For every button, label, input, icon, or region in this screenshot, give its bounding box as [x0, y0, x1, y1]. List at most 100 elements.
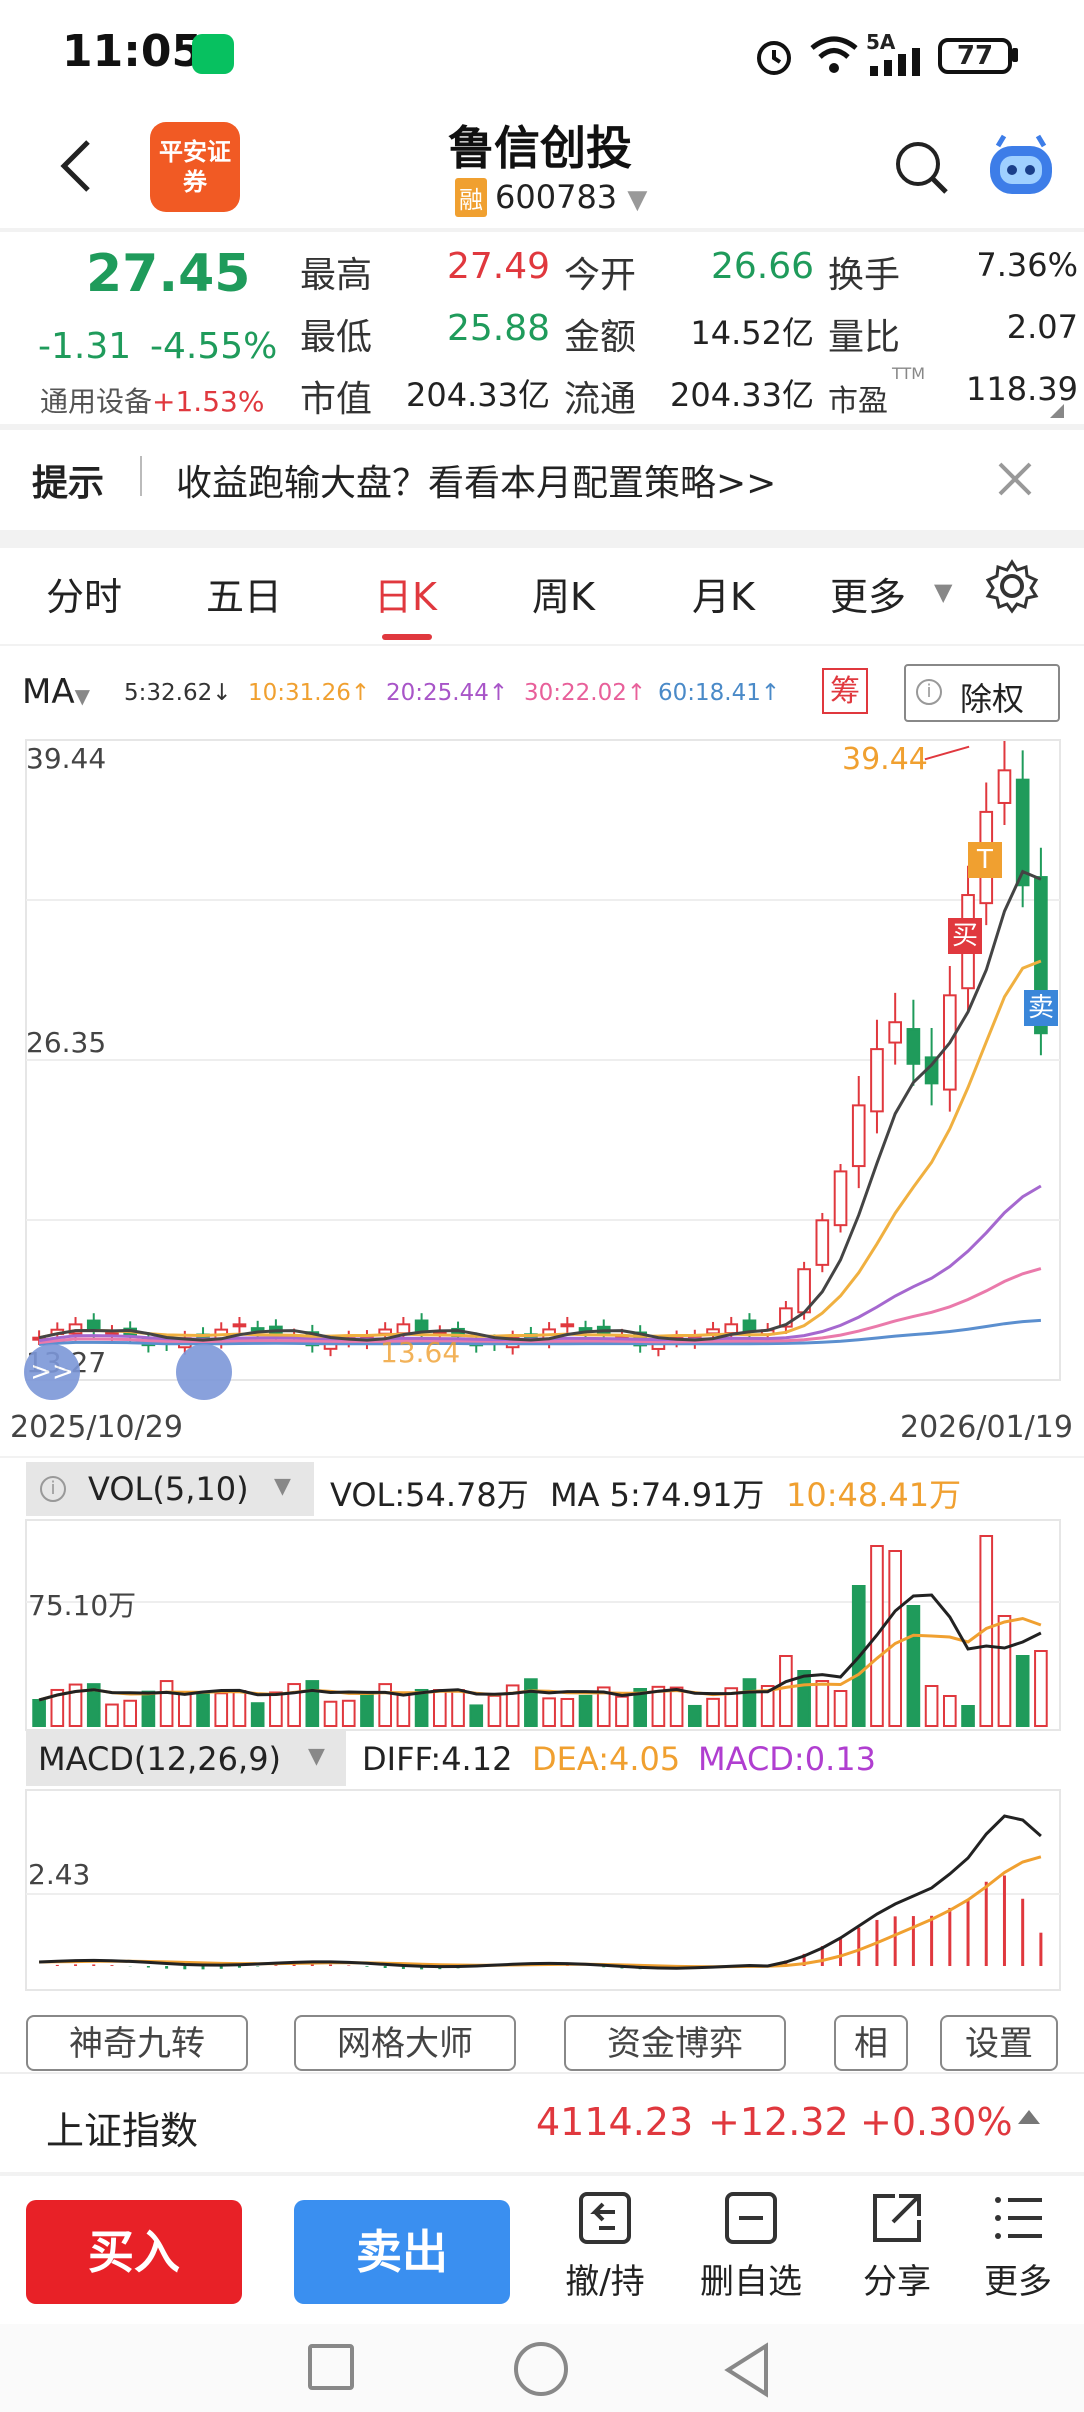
volume-bar: [287, 1683, 301, 1727]
fuquan-label: 除权: [960, 680, 1025, 718]
vol-title: VOL(5,10): [88, 1470, 249, 1508]
tab-item[interactable]: 日K: [374, 566, 437, 621]
quote-label: 市值: [300, 379, 373, 420]
candle: [232, 1323, 247, 1328]
share-icon: [873, 2194, 921, 2242]
volume-bar: [378, 1683, 393, 1727]
candle: [1015, 778, 1030, 887]
buy-button[interactable]: 买入: [26, 2200, 242, 2304]
macd-value: MACD:0.13: [698, 1740, 876, 1778]
volume-bar: [141, 1690, 156, 1728]
index-ticker[interactable]: 上证指数 4114.23 +12.32 +0.30%: [0, 2072, 1084, 2174]
delete-watchlist-button[interactable]: 删自选: [696, 2190, 806, 2303]
candle: [105, 1331, 119, 1336]
volume-bar: [924, 1685, 939, 1727]
share-label: 分享: [863, 2262, 931, 2302]
chevron-up-icon[interactable]: [1018, 2110, 1040, 2124]
search-icon[interactable]: [892, 138, 952, 198]
volume-bar: [432, 1689, 447, 1727]
volume-bar: [615, 1695, 629, 1727]
prev-page-icon[interactable]: >>: [24, 1344, 80, 1400]
close-icon[interactable]: [996, 460, 1034, 498]
tool-button[interactable]: 相: [834, 2015, 908, 2071]
tab-item[interactable]: 更多: [830, 566, 906, 621]
min-price-marker: 13.64: [380, 1336, 461, 1369]
back-nav-icon[interactable]: [722, 2342, 774, 2398]
menu-icon: [995, 2197, 1042, 2239]
candle: [560, 1323, 575, 1328]
volume-bar: [888, 1550, 903, 1727]
tab-item[interactable]: 月K: [692, 566, 755, 621]
volume-bar: [341, 1699, 356, 1728]
withdraw-label: 撤/持: [565, 2262, 645, 2302]
macd-dea: DEA:4.05: [532, 1740, 681, 1778]
quote-label: 最低: [300, 317, 373, 358]
chip-distribution-button[interactable]: 筹: [822, 668, 868, 714]
ma-selector[interactable]: MA▼: [22, 672, 90, 712]
kline-chart[interactable]: [0, 730, 1084, 1410]
quote-value: 118.39: [966, 370, 1078, 408]
volume-bar: [196, 1691, 210, 1727]
ma-value: 10:31.26↑: [248, 680, 371, 706]
volume-chart: [25, 1519, 1061, 1731]
quote-label: 换手: [828, 255, 901, 296]
vol-value: VOL:54.78万: [330, 1476, 529, 1514]
quote-label: 最高: [300, 255, 373, 296]
volume-bar: [997, 1615, 1012, 1727]
deline: [39, 1855, 1042, 1969]
ma-value: 5:32.62↓: [124, 680, 232, 706]
candle: [250, 1327, 265, 1332]
volume-bar: [942, 1695, 957, 1727]
fuquan-button[interactable]: i 除权: [904, 664, 1060, 722]
ai-assistant-icon[interactable]: [984, 132, 1058, 202]
recents-icon[interactable]: [308, 2344, 354, 2390]
volume-bar: [815, 1680, 830, 1727]
ma20-line: [38, 1184, 1042, 1343]
volume-bar: [906, 1605, 921, 1727]
volume-bar: [542, 1697, 556, 1728]
tool-button[interactable]: 资金博弈: [564, 2015, 786, 2071]
tool-button[interactable]: 神奇九转: [26, 2015, 248, 2071]
reset-view-icon[interactable]: [176, 1344, 232, 1400]
settings-gear-icon[interactable]: [984, 558, 1040, 614]
withdraw-hold-button[interactable]: 撤/持: [550, 2190, 660, 2303]
tab-item[interactable]: 五日: [206, 566, 282, 621]
volume-bar: [414, 1688, 429, 1728]
ma-value: 60:18.41↑: [658, 680, 781, 706]
share-button[interactable]: 分享: [842, 2190, 952, 2303]
volume-bar: [32, 1699, 46, 1727]
volume-bar: [305, 1680, 320, 1727]
volume-bar: [396, 1693, 411, 1727]
tool-button[interactable]: 设置: [940, 2015, 1058, 2071]
home-icon[interactable]: [514, 2342, 568, 2396]
tab-item[interactable]: 周K: [532, 566, 595, 621]
system-nav-bar: [0, 2324, 1084, 2412]
volume-bar: [269, 1691, 283, 1728]
tool-button[interactable]: 网格大师: [294, 2015, 516, 2071]
more-label: 更多: [984, 2262, 1052, 2302]
tab-item[interactable]: 分时: [46, 566, 122, 621]
volume-bar: [487, 1694, 502, 1728]
price-change: -1.31: [38, 326, 132, 367]
sector-info[interactable]: 通用设备+1.53%: [40, 380, 264, 420]
chevron-down-icon: ▼: [74, 684, 90, 708]
candle: [888, 1021, 903, 1044]
quote-value: 7.36%: [976, 246, 1078, 284]
more-button[interactable]: 更多: [968, 2190, 1068, 2303]
quote-label: 今开: [564, 255, 637, 296]
vol-indicator-selector[interactable]: i VOL(5,10) ▼: [26, 1462, 314, 1516]
sell-button[interactable]: 卖出: [294, 2200, 510, 2304]
macd-chart: [25, 1789, 1061, 1991]
volume-bar: [323, 1700, 338, 1727]
back-icon[interactable]: [56, 138, 96, 194]
index-value: 4114.23: [536, 2100, 694, 2144]
stock-code-selector[interactable]: 融 600783 ▼: [455, 178, 647, 217]
macd-indicator-selector[interactable]: MACD(12,26,9) ▼: [26, 1730, 346, 1786]
notice-bar[interactable]: 提示 收益跑输大盘？看看本月配置策略>>: [0, 430, 1084, 530]
candle: [86, 1319, 101, 1332]
sell-signal-tag: 卖: [1024, 990, 1058, 1026]
diffline: [39, 1814, 1042, 1970]
alarm-icon: [757, 41, 791, 75]
broker-logo: 平安证券: [150, 122, 240, 212]
quote-value: 26.66: [710, 246, 814, 287]
